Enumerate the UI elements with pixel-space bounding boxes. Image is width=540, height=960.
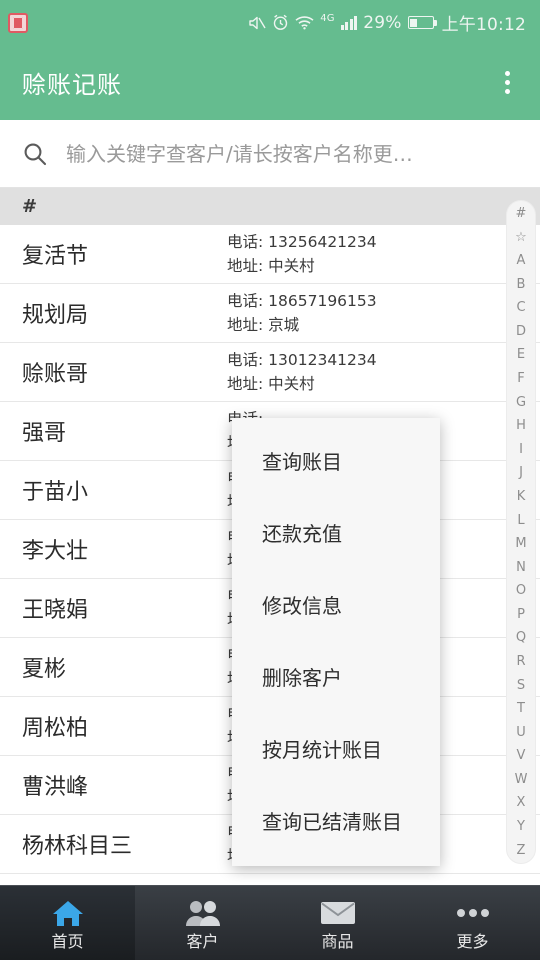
index-letter[interactable]: J [519,466,523,479]
menu-item[interactable]: 查询已结清账目 [232,784,440,856]
customer-name: 李大壮 [22,539,89,564]
customer-address: 地址: 中关村 [227,375,315,393]
app-bar: 赊账记账 [0,45,540,120]
index-letter[interactable]: C [516,301,525,314]
index-letter[interactable]: Q [516,631,526,644]
customer-name: 复活节 [22,244,89,269]
customer-name: 曹洪峰 [22,775,89,800]
network-type-label: 4G [320,12,335,24]
index-letter[interactable]: ☆ [515,231,527,244]
customer-address: 地址: 京城 [227,316,300,334]
index-letter[interactable]: L [517,514,524,527]
customer-phone: 电话: 13256421234 [227,232,377,251]
customer-phone: 电话: 13012341234 [227,350,377,369]
mute-icon [248,15,266,31]
wifi-icon [295,15,314,30]
search-bar[interactable] [0,120,540,188]
index-letter[interactable]: T [517,702,525,715]
page-title: 赊账记账 [22,71,122,99]
index-letter[interactable]: M [515,537,526,550]
overflow-menu-icon[interactable] [490,63,524,103]
envelope-icon [320,896,356,930]
nav-item-home[interactable]: 首页 [0,886,135,960]
index-letter[interactable]: Z [517,844,526,857]
index-letter[interactable]: R [516,655,525,668]
nav-label-customers: 客户 [186,932,219,951]
nav-label-home: 首页 [51,932,84,951]
index-letter[interactable]: W [515,773,528,786]
menu-item[interactable]: 删除客户 [232,640,440,712]
customer-phone: 电话: 18657196153 [227,291,377,310]
index-letter[interactable]: O [516,584,526,597]
index-letter[interactable]: G [516,396,526,409]
bottom-navigation[interactable]: 首页 客户 商品 更多 [0,885,540,960]
status-bar-right: 4G 29% 上午10:12 [248,10,526,35]
index-letter[interactable]: V [517,749,526,762]
customer-info: 电话: 18657196153 地址: 京城 [227,289,377,337]
search-input[interactable] [52,141,526,166]
menu-item[interactable]: 按月统计账目 [232,712,440,784]
status-bar-clock: 上午10:12 [441,15,526,35]
signal-bars-icon [340,15,358,30]
index-letter[interactable]: B [517,278,526,291]
index-letter[interactable]: F [517,372,524,385]
menu-item[interactable]: 查询账目 [232,424,440,496]
home-icon [52,896,84,930]
customer-context-menu[interactable]: 查询账目 还款充值 修改信息 删除客户 按月统计账目 查询已结清账目 [232,418,440,866]
battery-icon [407,16,437,29]
customer-info: 电话: 13012341234 地址: 中关村 [227,348,377,396]
search-icon [18,137,52,171]
index-letter[interactable]: D [516,325,526,338]
nav-item-more[interactable]: 更多 [405,886,540,960]
nav-label-products: 商品 [321,932,354,951]
alarm-clock-icon [272,14,289,31]
table-row[interactable]: 规划局 电话: 18657196153 地址: 京城 [0,284,540,343]
index-letter[interactable]: U [516,726,526,739]
contacts-icon [184,896,222,930]
customer-address: 地址: 中关村 [227,257,315,275]
index-letter[interactable]: I [519,443,523,456]
menu-item[interactable]: 还款充值 [232,496,440,568]
index-letter[interactable]: # [516,207,527,220]
customer-name: 规划局 [22,303,89,328]
battery-percent-label: 29% [363,12,402,33]
section-header: # [0,188,540,225]
customer-name: 周松柏 [22,716,89,741]
table-row[interactable]: 复活节 电话: 13256421234 地址: 中关村 [0,225,540,284]
customer-info: 电话: 13256421234 地址: 中关村 [227,230,377,278]
status-bar-left [8,12,28,33]
customer-name: 赊账哥 [22,362,89,387]
customer-name: 王晓娟 [22,598,89,623]
customer-name: 杨林科目三 [22,834,133,859]
customer-name: 于苗小 [22,480,89,505]
index-letter[interactable]: H [516,419,526,432]
customer-name: 夏彬 [22,657,67,682]
status-bar: 4G 29% 上午10:12 [0,0,540,45]
index-letter[interactable]: E [517,348,525,361]
table-row[interactable]: 赊账哥 电话: 13012341234 地址: 中关村 [0,343,540,402]
nav-item-customers[interactable]: 客户 [135,886,270,960]
more-icon [455,896,491,930]
book-notification-icon [8,12,28,33]
index-letter[interactable]: K [517,490,526,503]
index-letter[interactable]: X [517,796,526,809]
alphabet-index-bar[interactable]: # ☆ A B C D E F G H I J K L M N O P Q R S T U V W X Y Z [506,200,536,864]
index-letter[interactable]: N [516,561,526,574]
customer-name: 强哥 [22,421,67,446]
menu-item[interactable]: 修改信息 [232,568,440,640]
nav-label-more: 更多 [456,932,489,951]
nav-item-products[interactable]: 商品 [270,886,405,960]
index-letter[interactable]: S [517,679,525,692]
index-letter[interactable]: A [517,254,526,267]
index-letter[interactable]: Y [517,820,525,833]
index-letter[interactable]: P [517,608,525,621]
